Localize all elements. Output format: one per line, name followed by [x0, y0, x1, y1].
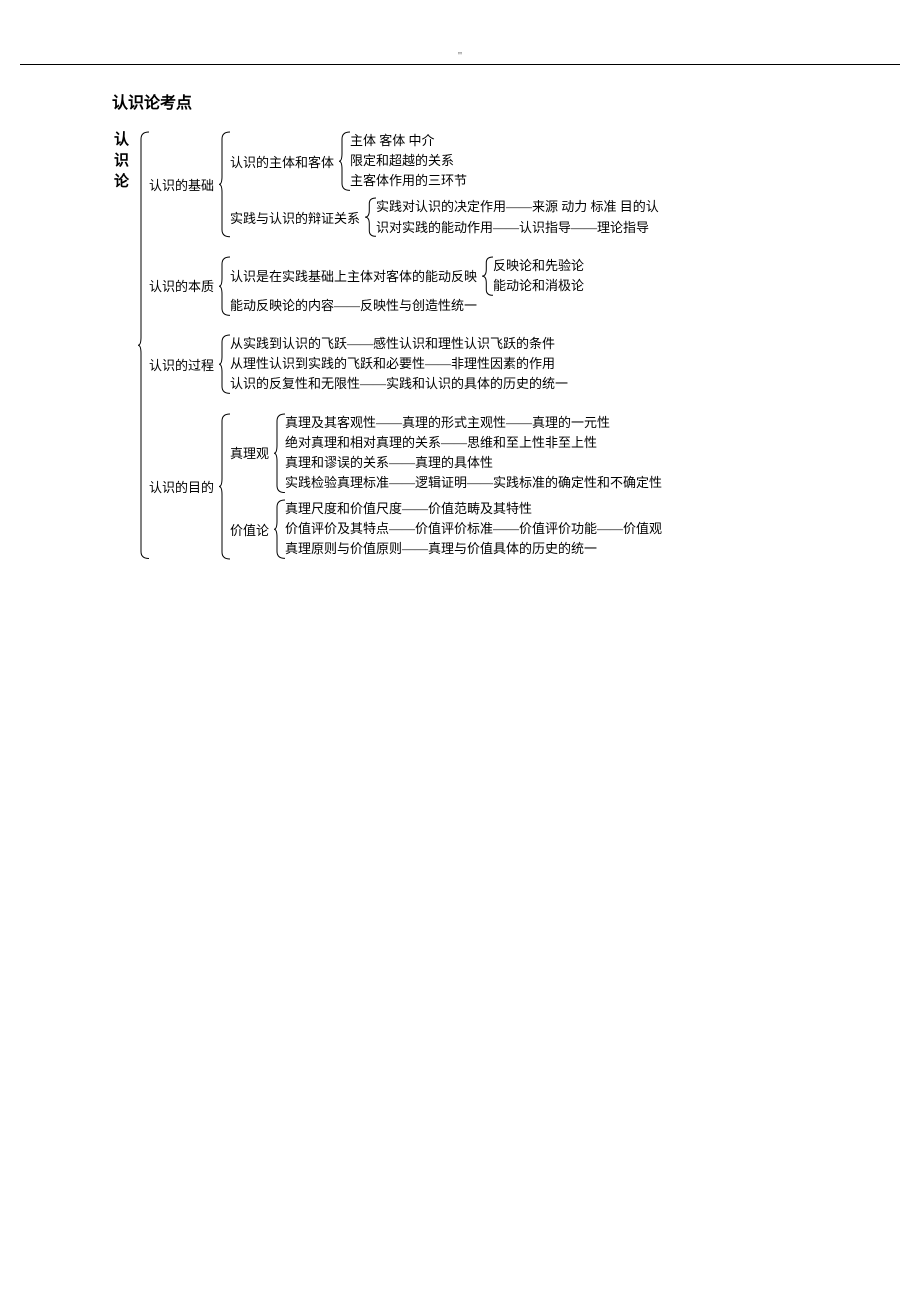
tree-children: 真理及其客观性——真理的形式主观性——真理的一元性绝对真理和相对真理的关系——思… — [285, 413, 662, 494]
tree-node-label: 认识的本质 — [149, 256, 216, 316]
brace-icon — [216, 413, 230, 560]
tree-leaf: 限定和超越的关系 — [350, 151, 467, 171]
brace-icon — [271, 499, 285, 559]
brace-icon — [216, 256, 230, 316]
tree-node: 认识的基础认识的主体和客体主体 客体 中介限定和超越的关系主客体作用的三环节实践… — [149, 131, 662, 238]
tree-node-label: 认识的过程 — [149, 334, 216, 394]
tree-children: 认识的基础认识的主体和客体主体 客体 中介限定和超越的关系主客体作用的三环节实践… — [149, 131, 662, 560]
tree-node-label: 认识论 — [110, 131, 135, 560]
tree-leaf: 实践对认识的决定作用——来源 动力 标准 目的认 — [376, 197, 659, 217]
tree-node-label: 认识是在实践基础上主体对客体的能动反映 — [230, 256, 479, 296]
tree-node: 实践与认识的辩证关系实践对认识的决定作用——来源 动力 标准 目的认识对实践的能… — [230, 197, 659, 237]
tree-children: 真理观真理及其客观性——真理的形式主观性——真理的一元性绝对真理和相对真理的关系… — [230, 413, 662, 560]
tree-node-label: 价值论 — [230, 499, 271, 559]
tree-leaf: 价值评价及其特点——价值评价标准——价值评价功能——价值观 — [285, 519, 662, 539]
tree-node-label: 真理观 — [230, 413, 271, 494]
tree-children: 真理尺度和价值尺度——价值范畴及其特性价值评价及其特点——价值评价标准——价值评… — [285, 499, 662, 559]
tree-leaf: 认识的反复性和无限性——实践和认识的具体的历史的统一 — [230, 374, 568, 394]
tree-leaf: 真理及其客观性——真理的形式主观性——真理的一元性 — [285, 413, 662, 433]
header-mark: " — [20, 50, 900, 65]
brace-icon — [216, 334, 230, 394]
tree-leaf: 能动反映论的内容——反映性与创造性统一 — [230, 296, 584, 316]
tree-leaf: 真理尺度和价值尺度——价值范畴及其特性 — [285, 499, 662, 519]
tree-leaf: 真理和谬误的关系——真理的具体性 — [285, 453, 662, 473]
tree-leaf: 绝对真理和相对真理的关系——思维和至上性非至上性 — [285, 433, 662, 453]
tree-node: 认识的过程从实践到认识的飞跃——感性认识和理性认识飞跃的条件从理性认识到实践的飞… — [149, 334, 662, 394]
tree-node-label: 认识的目的 — [149, 413, 216, 560]
brace-icon — [216, 131, 230, 238]
tree-node-label: 认识的主体和客体 — [230, 131, 336, 191]
tree-node: 价值论真理尺度和价值尺度——价值范畴及其特性价值评价及其特点——价值评价标准——… — [230, 499, 662, 559]
tree-root: 认识论认识的基础认识的主体和客体主体 客体 中介限定和超越的关系主客体作用的三环… — [110, 131, 900, 560]
tree-node: 真理观真理及其客观性——真理的形式主观性——真理的一元性绝对真理和相对真理的关系… — [230, 413, 662, 494]
brace-icon — [135, 131, 149, 560]
tree-leaf: 真理原则与价值原则——真理与价值具体的历史的统一 — [285, 539, 662, 559]
page: " 认识论考点 认识论认识的基础认识的主体和客体主体 客体 中介限定和超越的关系… — [0, 0, 920, 580]
tree-node-label: 认识的基础 — [149, 131, 216, 238]
tree-node-label: 实践与认识的辩证关系 — [230, 197, 362, 237]
tree-leaf: 识对实践的能动作用——认识指导——理论指导 — [376, 218, 659, 238]
tree-children: 从实践到认识的飞跃——感性认识和理性认识飞跃的条件从理性认识到实践的飞跃和必要性… — [230, 334, 568, 394]
tree-node: 认识的本质认识是在实践基础上主体对客体的能动反映反映论和先验论能动论和消极论能动… — [149, 256, 662, 316]
brace-icon — [336, 131, 350, 191]
tree-leaf: 从实践到认识的飞跃——感性认识和理性认识飞跃的条件 — [230, 334, 568, 354]
tree-leaf: 能动论和消极论 — [493, 276, 584, 296]
tree-leaf: 主体 客体 中介 — [350, 131, 467, 151]
tree-leaf: 主客体作用的三环节 — [350, 171, 467, 191]
tree-children: 认识是在实践基础上主体对客体的能动反映反映论和先验论能动论和消极论能动反映论的内… — [230, 256, 584, 316]
tree-children: 主体 客体 中介限定和超越的关系主客体作用的三环节 — [350, 131, 467, 191]
tree-leaf: 反映论和先验论 — [493, 256, 584, 276]
tree-node: 认识的主体和客体主体 客体 中介限定和超越的关系主客体作用的三环节 — [230, 131, 659, 191]
tree-node: 认识论认识的基础认识的主体和客体主体 客体 中介限定和超越的关系主客体作用的三环… — [110, 131, 900, 560]
tree-children: 实践对认识的决定作用——来源 动力 标准 目的认识对实践的能动作用——认识指导—… — [376, 197, 659, 237]
tree-children: 认识的主体和客体主体 客体 中介限定和超越的关系主客体作用的三环节实践与认识的辩… — [230, 131, 659, 238]
tree-node: 认识的目的真理观真理及其客观性——真理的形式主观性——真理的一元性绝对真理和相对… — [149, 413, 662, 560]
tree-leaf: 从理性认识到实践的飞跃和必要性——非理性因素的作用 — [230, 354, 568, 374]
tree-children: 反映论和先验论能动论和消极论 — [493, 256, 584, 296]
brace-icon — [362, 197, 376, 237]
brace-icon — [479, 256, 493, 296]
page-title: 认识论考点 — [112, 89, 900, 113]
tree-leaf: 实践检验真理标准——逻辑证明——实践标准的确定性和不确定性 — [285, 473, 662, 493]
tree-node: 认识是在实践基础上主体对客体的能动反映反映论和先验论能动论和消极论 — [230, 256, 584, 296]
brace-icon — [271, 413, 285, 494]
